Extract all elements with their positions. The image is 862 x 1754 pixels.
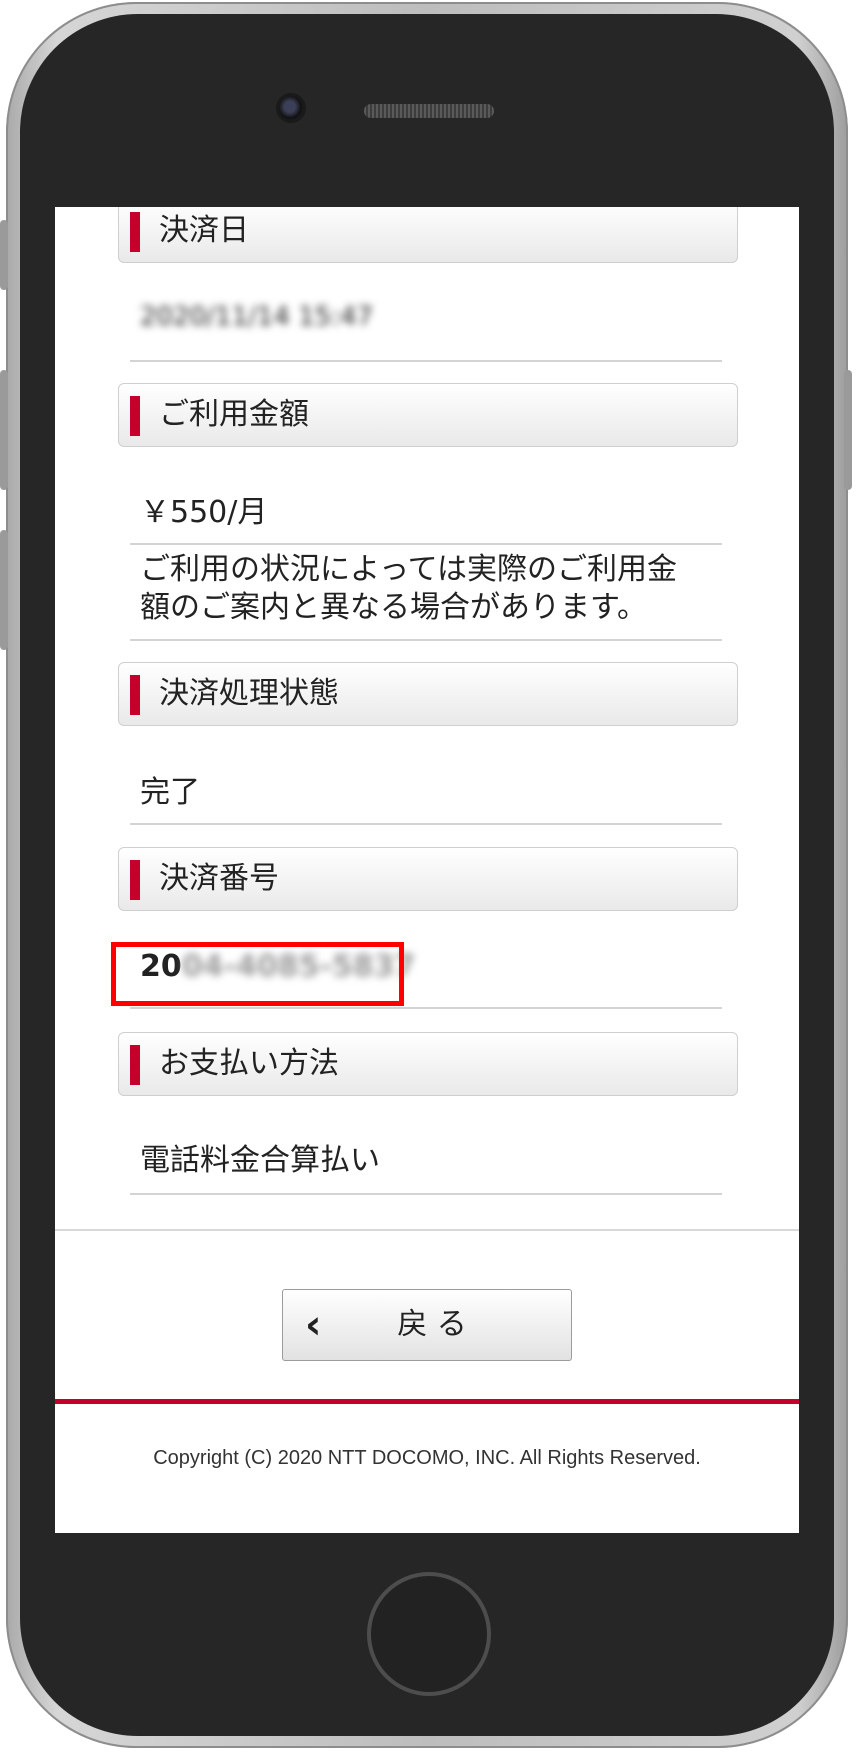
section-title: 決済番号	[159, 861, 279, 896]
section-title: 決済処理状態	[159, 676, 339, 711]
amount-note-row: ご利用の状況によっては実際のご利用金 額のご案内と異なる場合があります。	[130, 545, 722, 641]
divider	[55, 1229, 799, 1231]
side-button-mute	[0, 220, 8, 290]
copyright-text: Copyright (C) 2020 NTT DOCOMO, INC. All …	[153, 1447, 701, 1469]
section-title: ご利用金額	[159, 397, 309, 432]
back-button[interactable]: ‹ 戻 る	[282, 1289, 572, 1361]
back-button-label: 戻 る	[397, 1307, 467, 1342]
amount-note-line2: 額のご案内と異なる場合があります。	[140, 590, 647, 625]
section-payment-number-header: 決済番号	[118, 847, 738, 911]
amount-row: ￥550/月	[130, 467, 722, 545]
highlight-box	[111, 942, 404, 1006]
section-amount-header: ご利用金額	[118, 383, 738, 447]
payment-date-row: 2020/11/14 15:47	[130, 282, 722, 362]
section-accent-bar	[130, 1045, 140, 1085]
section-status-header: 決済処理状態	[118, 662, 738, 726]
payment-date-value: 2020/11/14 15:47	[140, 302, 374, 332]
section-payment-method-header: お支払い方法	[118, 1032, 738, 1096]
status-row: 完了	[130, 745, 722, 825]
section-accent-bar	[130, 675, 140, 715]
payment-method-row: 電話料金合算払い	[130, 1115, 722, 1195]
camera-icon	[279, 96, 303, 120]
section-title: 決済日	[159, 213, 249, 248]
payment-method-value: 電話料金合算払い	[140, 1143, 380, 1178]
screen: 決済日 2020/11/14 15:47 ご利用金額 ￥550/月 ご利用の状況…	[55, 207, 799, 1533]
section-accent-bar	[130, 212, 140, 252]
side-button-volume-down	[0, 530, 8, 650]
amount-value: ￥550/月	[140, 495, 268, 530]
speaker-grille	[364, 104, 494, 118]
side-button-volume-up	[0, 370, 8, 490]
section-accent-bar	[130, 860, 140, 900]
section-accent-bar	[130, 396, 140, 436]
home-button[interactable]	[367, 1572, 491, 1696]
section-payment-date-header: 決済日	[118, 207, 738, 263]
footer-accent-line	[55, 1399, 799, 1404]
amount-note-line1: ご利用の状況によっては実際のご利用金	[140, 552, 677, 587]
section-title: お支払い方法	[159, 1046, 339, 1081]
side-button-power	[844, 370, 852, 490]
status-value: 完了	[140, 775, 200, 810]
